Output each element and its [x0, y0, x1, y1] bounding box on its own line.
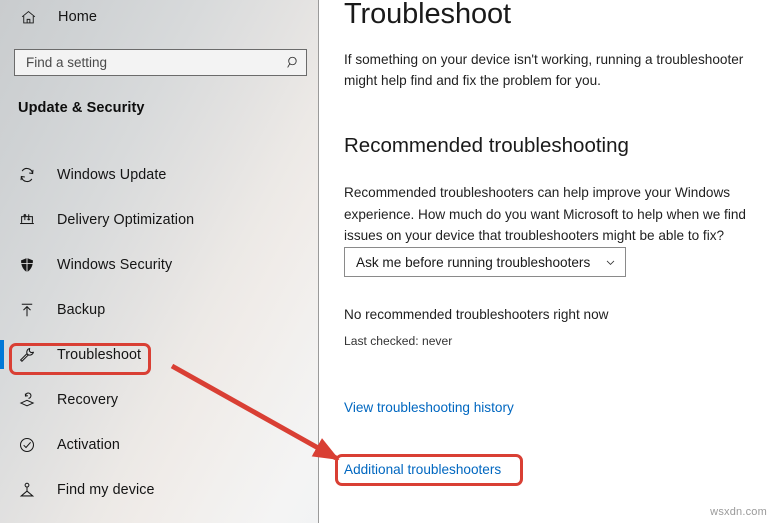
- sidebar-item-home[interactable]: Home: [0, 0, 300, 34]
- delivery-optimization-icon: [16, 209, 38, 231]
- sidebar-item-windows-update-label: Windows Update: [57, 166, 167, 183]
- upload-arrow-icon: [16, 299, 38, 321]
- dropdown-selected-value: Ask me before running troubleshooters: [356, 254, 591, 270]
- sidebar-item-delivery-optimization-label: Delivery Optimization: [57, 211, 195, 228]
- sidebar-item-find-my-device-label: Find my device: [57, 481, 155, 498]
- sync-icon: [16, 164, 38, 186]
- recommended-troubleshooting-dropdown[interactable]: Ask me before running troubleshooters: [344, 247, 626, 277]
- home-icon: [18, 7, 38, 27]
- sidebar-item-backup[interactable]: Backup: [0, 287, 319, 332]
- find-device-icon: [16, 479, 38, 501]
- sidebar-item-find-my-device[interactable]: Find my device: [0, 467, 319, 512]
- page-title: Troubleshoot: [344, 0, 511, 30]
- section-heading-recommended: Recommended troubleshooting: [344, 134, 629, 157]
- chevron-down-icon[interactable]: [595, 256, 625, 269]
- sidebar-item-home-label: Home: [58, 9, 98, 25]
- sidebar-item-backup-label: Backup: [57, 301, 106, 318]
- intro-text: If something on your device isn't workin…: [344, 52, 744, 88]
- sidebar-item-windows-security-label: Windows Security: [57, 256, 173, 273]
- selection-indicator: [0, 340, 4, 369]
- status-no-recommendations: No recommended troubleshooters right now: [344, 307, 609, 322]
- search-input-placeholder: Find a setting: [26, 55, 108, 70]
- annotation-box-additional-troubleshooters: [335, 454, 523, 486]
- search-input[interactable]: Find a setting: [14, 49, 307, 76]
- watermark: wsxdn.com: [710, 506, 767, 518]
- status-last-checked: Last checked: never: [344, 334, 453, 348]
- recovery-icon: [16, 389, 38, 411]
- sidebar-item-windows-update[interactable]: Windows Update: [0, 152, 319, 197]
- main-content: Troubleshoot If something on your device…: [319, 0, 775, 523]
- sidebar-item-delivery-optimization[interactable]: Delivery Optimization: [0, 197, 319, 242]
- annotation-box-troubleshoot: [9, 343, 151, 375]
- settings-window: Home Find a setting Update & Security Wi…: [0, 0, 775, 523]
- sidebar-item-activation[interactable]: Activation: [0, 422, 319, 467]
- sidebar: Home Find a setting Update & Security Wi…: [0, 0, 319, 523]
- search-icon[interactable]: [280, 55, 306, 70]
- check-circle-icon: [16, 434, 38, 456]
- sidebar-item-activation-label: Activation: [57, 436, 120, 453]
- sidebar-item-recovery[interactable]: Recovery: [0, 377, 319, 422]
- link-view-troubleshooting-history[interactable]: View troubleshooting history: [344, 400, 514, 415]
- sidebar-section-title: Update & Security: [18, 100, 145, 116]
- sidebar-item-recovery-label: Recovery: [57, 391, 119, 408]
- shield-icon: [16, 254, 38, 276]
- sidebar-nav: Windows Update Delivery Optimization Win…: [0, 152, 319, 512]
- section-body-recommended: Recommended troubleshooters can help imp…: [344, 185, 746, 243]
- sidebar-item-windows-security[interactable]: Windows Security: [0, 242, 319, 287]
